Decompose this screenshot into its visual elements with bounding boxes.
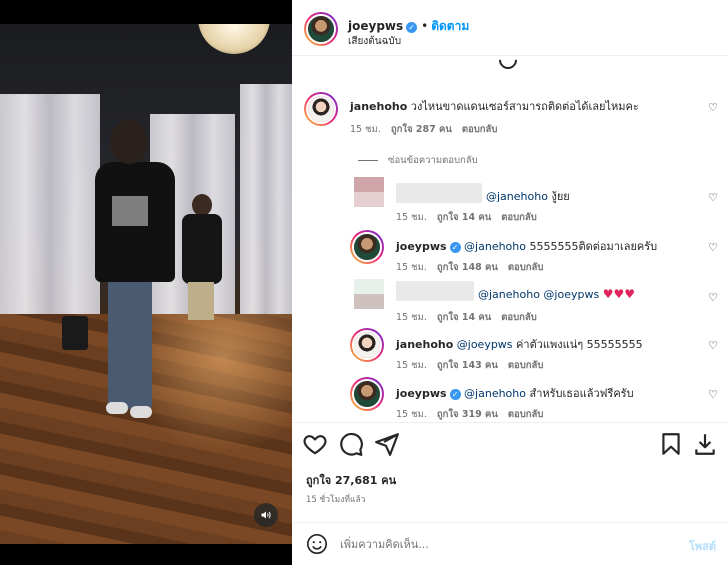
post-time[interactable]: 15 ชั่วโมงที่แล้ว [306,492,365,506]
background-person [182,214,222,284]
separator-dot: • [421,19,429,33]
reply-avatar[interactable] [350,377,384,411]
reply-button[interactable]: ตอบกลับ [501,312,537,323]
original-audio-link[interactable]: เสียงต้นฉบับ [348,34,401,49]
share-icon[interactable] [374,431,400,457]
reply-text: @janehoho @joeypws ♥♥♥ [478,287,635,301]
curtain [240,84,292,334]
comments-list[interactable]: janehoho วงไหนขาดแดนเซอร์สามารถติดต่อได้… [292,57,728,422]
comment-text: janehoho วงไหนขาดแดนเซอร์สามารถติดต่อได้… [350,100,639,113]
comment-meta: 15 ชม. ถูกใจ 287 คน ตอบกลับ [350,122,507,137]
hidden-username [396,183,482,203]
mention-link[interactable]: @janehoho [486,190,548,203]
like-comment-heart-icon[interactable]: ♡ [708,101,718,114]
reply-text: joeypws ✓ @janehoho สำหรับเธอแล้วฟรีครับ [396,387,634,400]
author-line: joeypws ✓ • ติดตาม [348,15,469,36]
reply-button[interactable]: ตอบกลับ [508,360,544,371]
reply-meta: 15 ชม. ถูกใจ 148 คน ตอบกลับ [396,262,544,273]
like-comment-heart-icon[interactable]: ♡ [708,339,718,352]
comment-time[interactable]: 15 ชม. [350,124,381,135]
like-comment-heart-icon[interactable]: ♡ [708,191,718,204]
reply-text: janehoho @joeypws ค่าตัวแพงแน่ๆ 55555555 [396,338,643,351]
curtain [0,94,100,334]
reply-meta: 15 ชม. ถูกใจ 319 คน ตอบกลับ [396,409,544,420]
commenter-avatar[interactable] [304,92,338,126]
reply-button[interactable]: ตอบกลับ [508,262,544,273]
like-comment-heart-icon[interactable]: ♡ [708,291,718,304]
reply-avatar[interactable] [350,328,384,362]
likes-count[interactable]: ถูกใจ 27,681 คน [306,471,396,489]
person-legs [108,279,152,409]
shirt-print [112,196,148,226]
heart-icon[interactable] [302,431,328,457]
follow-button[interactable]: ติดตาม [431,19,469,33]
shoe [106,402,128,414]
speaker-box [62,316,88,350]
reply-avatar[interactable] [354,177,384,207]
like-comment-heart-icon[interactable]: ♡ [708,388,718,401]
reply-text: joeypws ✓ @janehoho 5555555ติดต่อมาเลยครั… [396,240,658,253]
video-frame[interactable] [0,24,292,544]
reply-button[interactable]: ตอบกลับ [462,124,498,135]
download-icon[interactable] [692,431,718,457]
emoji-icon[interactable] [306,533,328,555]
comment-username[interactable]: janehoho [350,100,407,113]
reply-avatar[interactable] [350,230,384,264]
hide-replies-button[interactable]: ซ่อนข้อความตอบกลับ [358,153,478,168]
loading-spinner-icon [495,57,521,73]
author-username[interactable]: joeypws [348,19,403,33]
person-head [110,120,148,164]
add-comment-bar: โพสต์ [292,522,728,565]
post-panel: joeypws ✓ • ติดตาม เสียงต้นฉบับ janehoho วง… [292,0,728,565]
author-avatar[interactable] [304,12,338,46]
ceiling-lamp [198,24,270,54]
mention-link[interactable]: @janehoho [464,240,526,253]
verified-badge-icon: ✓ [449,389,461,400]
reply-meta: 15 ชม. ถูกใจ 143 คน ตอบกลับ [396,360,544,371]
comment-icon[interactable] [338,431,364,457]
reply-button[interactable]: ตอบกลับ [501,212,537,223]
post-header: joeypws ✓ • ติดตาม เสียงต้นฉบับ [292,0,728,56]
background-person-legs [188,282,214,320]
shoe [130,406,152,418]
mention-link[interactable]: @janehoho @joeypws [478,288,599,301]
reply-text: @janehoho งู้ยย [486,190,570,203]
reply-meta: 15 ชม. ถูกใจ 14 คน ตอบกลับ [396,212,537,223]
mention-link[interactable]: @joeypws [457,338,513,351]
bookmark-icon[interactable] [658,431,684,457]
hidden-username [396,281,474,301]
verified-badge-icon: ✓ [406,22,418,33]
speaker-icon[interactable] [254,503,278,527]
reply-meta: 15 ชม. ถูกใจ 14 คน ตอบกลับ [396,312,537,323]
like-comment-heart-icon[interactable]: ♡ [708,241,718,254]
comment-input[interactable] [340,534,660,554]
reply-button[interactable]: ตอบกลับ [508,409,544,420]
comment-likes[interactable]: ถูกใจ 287 คน [391,124,452,135]
post-button[interactable]: โพสต์ [689,537,716,555]
red-hearts-icon: ♥♥♥ [602,287,635,301]
action-bar [292,422,728,464]
reply-avatar[interactable] [354,279,384,309]
background-person-head [192,194,212,216]
post-video[interactable] [0,0,292,565]
verified-badge-icon: ✓ [449,242,461,253]
mention-link[interactable]: @janehoho [464,387,526,400]
